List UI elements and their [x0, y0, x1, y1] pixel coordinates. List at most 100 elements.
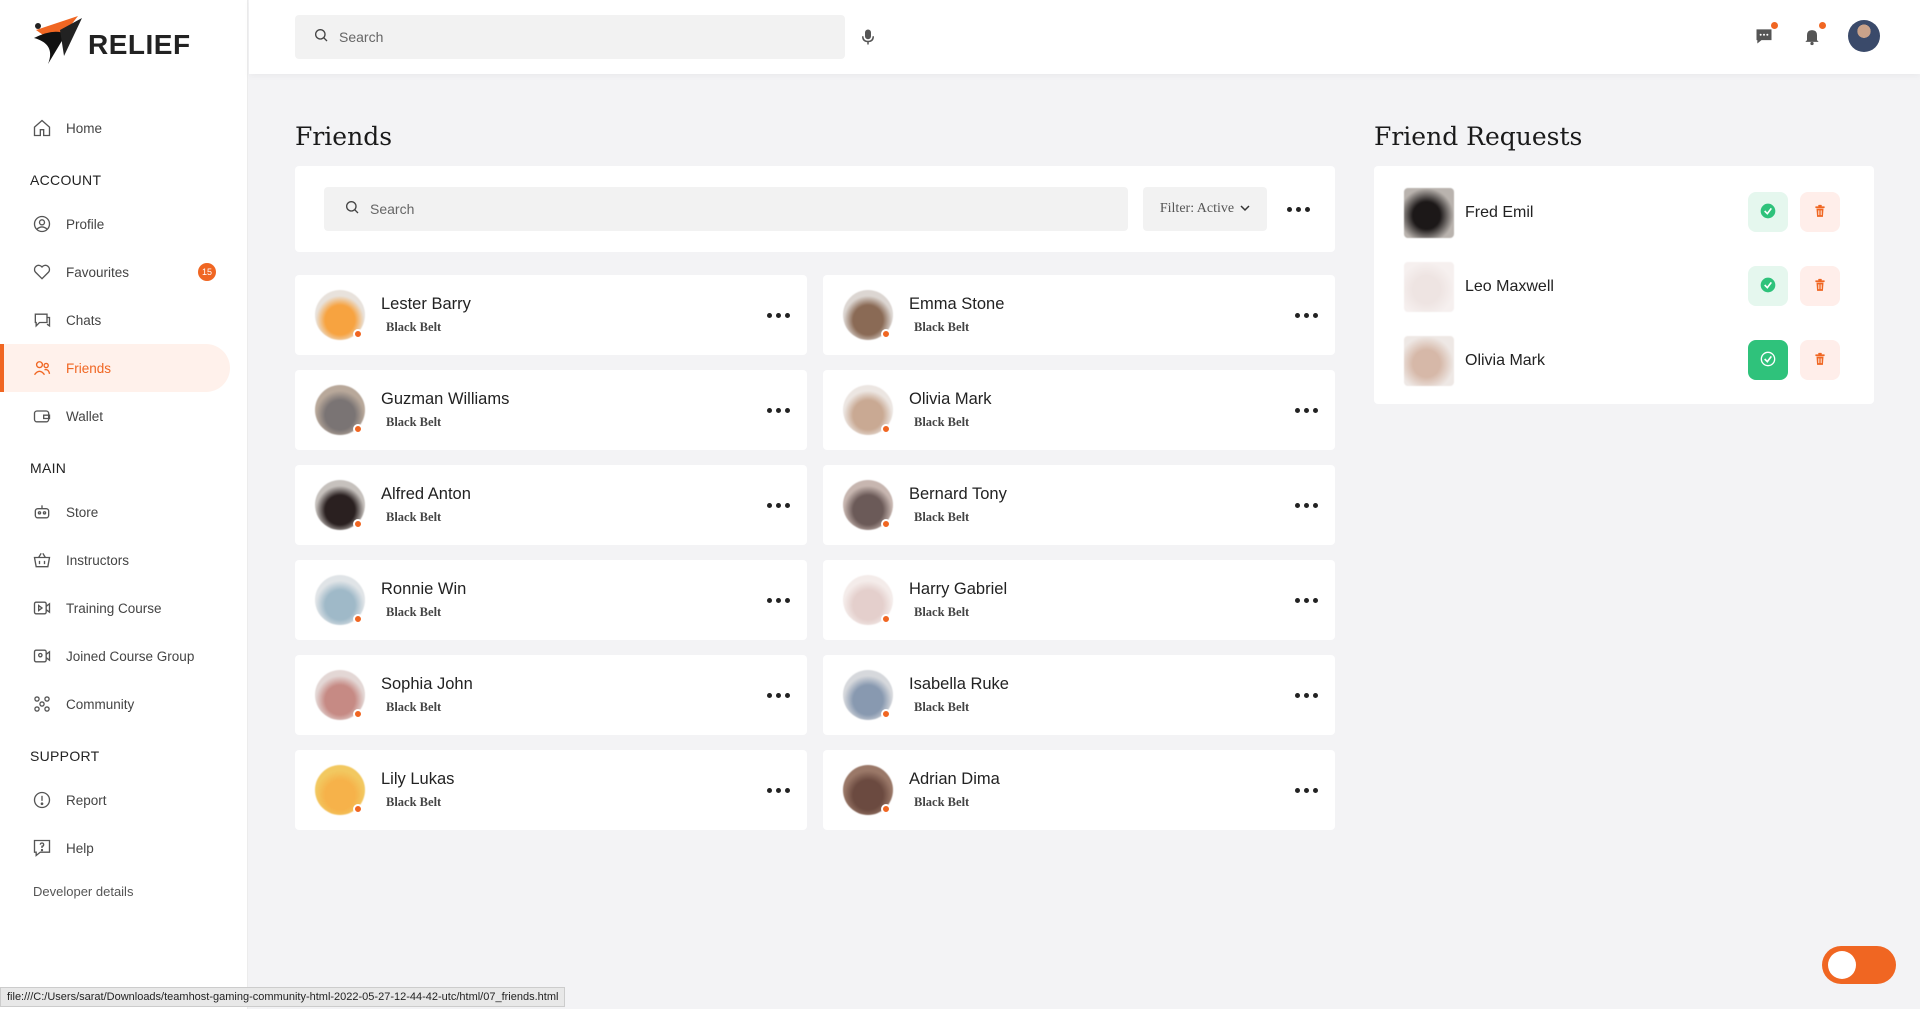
sidebar-item-label: Wallet — [66, 408, 104, 424]
filter-label: Filter: Active — [1159, 201, 1235, 216]
more-options-icon[interactable] — [1291, 490, 1321, 520]
friend-card[interactable]: Bernard Tony Black Belt — [823, 465, 1335, 545]
more-options-icon[interactable] — [763, 775, 793, 805]
decline-request-button[interactable] — [1800, 266, 1840, 306]
sidebar-item-instructors[interactable]: Instructors — [0, 536, 230, 584]
friend-card[interactable]: Isabella Ruke Black Belt — [823, 655, 1335, 735]
more-options-icon[interactable] — [763, 490, 793, 520]
friend-card[interactable]: Olivia Mark Black Belt — [823, 370, 1335, 450]
decline-request-button[interactable] — [1800, 192, 1840, 232]
sidebar-item-label: Friends — [66, 360, 112, 376]
more-options-icon[interactable] — [763, 585, 793, 615]
friends-search[interactable] — [324, 187, 1128, 231]
sidebar-item-report[interactable]: Report — [0, 776, 230, 824]
developer-details-link[interactable]: Developer details — [0, 872, 248, 912]
friend-card[interactable]: Harry Gabriel Black Belt — [823, 560, 1335, 640]
more-options-icon[interactable] — [1283, 194, 1313, 224]
friends-search-input[interactable] — [370, 201, 1076, 217]
heart-icon — [32, 262, 52, 282]
sidebar-item-chats[interactable]: Chats — [0, 296, 230, 344]
requester-avatar[interactable] — [1404, 336, 1454, 386]
friend-card[interactable]: Emma Stone Black Belt — [823, 275, 1335, 355]
bell-icon[interactable] — [1800, 22, 1826, 48]
friend-name[interactable]: Adrian Dima — [909, 770, 1000, 789]
sidebar-item-label: Training Course — [66, 600, 162, 616]
accept-request-button[interactable] — [1748, 266, 1788, 306]
search-icon — [313, 27, 329, 48]
friend-rank: Black Belt — [914, 415, 970, 429]
sidebar-item-joined-course-group[interactable]: Joined Course Group — [0, 632, 230, 680]
friend-card[interactable]: Ronnie Win Black Belt — [295, 560, 807, 640]
sidebar-item-favourites[interactable]: Favourites 15 — [0, 248, 230, 296]
microphone-icon[interactable] — [859, 27, 877, 52]
friend-name[interactable]: Guzman Williams — [381, 390, 509, 409]
accept-request-button[interactable] — [1748, 192, 1788, 232]
accept-request-button[interactable] — [1748, 340, 1788, 380]
online-status-dot — [353, 804, 363, 814]
sidebar-item-community[interactable]: Community — [0, 680, 230, 728]
friend-rank: Black Belt — [386, 795, 442, 809]
global-search[interactable] — [295, 15, 845, 59]
robot-icon — [32, 502, 52, 522]
alert-circle-icon — [32, 790, 52, 810]
more-options-icon[interactable] — [1291, 300, 1321, 330]
community-icon — [32, 694, 52, 714]
sidebar-item-training-course[interactable]: Training Course — [0, 584, 230, 632]
requester-name[interactable]: Leo Maxwell — [1465, 278, 1554, 296]
requester-avatar[interactable] — [1404, 262, 1454, 312]
friend-name[interactable]: Alfred Anton — [381, 485, 471, 504]
sidebar-item-store[interactable]: Store — [0, 488, 230, 536]
more-options-icon[interactable] — [1291, 680, 1321, 710]
requester-name[interactable]: Fred Emil — [1465, 204, 1533, 222]
more-options-icon[interactable] — [1291, 775, 1321, 805]
theme-toggle[interactable] — [1822, 946, 1896, 984]
requester-avatar[interactable] — [1404, 188, 1454, 238]
friend-name[interactable]: Lester Barry — [381, 295, 471, 314]
friend-name[interactable]: Isabella Ruke — [909, 675, 1009, 694]
friend-card[interactable]: Lily Lukas Black Belt — [295, 750, 807, 830]
sidebar-item-friends[interactable]: Friends — [0, 344, 230, 392]
friend-name[interactable]: Sophia John — [381, 675, 473, 694]
online-status-dot — [881, 709, 891, 719]
friend-name[interactable]: Harry Gabriel — [909, 580, 1007, 599]
online-status-dot — [881, 519, 891, 529]
global-search-input[interactable] — [339, 29, 818, 45]
friend-card[interactable]: Lester Barry Black Belt — [295, 275, 807, 355]
friend-card[interactable]: Adrian Dima Black Belt — [823, 750, 1335, 830]
friend-rank: Black Belt — [914, 795, 970, 809]
friends-filter-bar: Filter: Active — [295, 166, 1335, 252]
friend-name[interactable]: Ronnie Win — [381, 580, 466, 599]
more-options-icon[interactable] — [763, 395, 793, 425]
top-header — [249, 0, 1920, 74]
more-options-icon[interactable] — [1291, 585, 1321, 615]
friend-rank: Black Belt — [386, 510, 442, 524]
friend-name[interactable]: Bernard Tony — [909, 485, 1007, 504]
user-avatar[interactable] — [1848, 20, 1880, 52]
more-options-icon[interactable] — [763, 680, 793, 710]
filter-dropdown[interactable]: Filter: Active — [1143, 187, 1267, 231]
notification-indicator — [1819, 22, 1826, 29]
friend-card[interactable]: Alfred Anton Black Belt — [295, 465, 807, 545]
friend-name[interactable]: Emma Stone — [909, 295, 1004, 314]
sidebar-item-help[interactable]: Help — [0, 824, 230, 872]
online-status-dot — [881, 329, 891, 339]
toggle-knob — [1828, 951, 1856, 979]
friend-name[interactable]: Olivia Mark — [909, 390, 992, 409]
chevron-down-icon — [1240, 201, 1250, 217]
brand-logo[interactable]: RELIEF — [26, 8, 191, 68]
online-status-dot — [881, 424, 891, 434]
trash-icon — [1813, 351, 1827, 370]
sidebar-item-wallet[interactable]: Wallet — [0, 392, 230, 440]
decline-request-button[interactable] — [1800, 340, 1840, 380]
friend-rank: Black Belt — [386, 700, 442, 714]
friend-card[interactable]: Sophia John Black Belt — [295, 655, 807, 735]
friend-card[interactable]: Guzman Williams Black Belt — [295, 370, 807, 450]
sidebar-item-home[interactable]: Home — [0, 104, 230, 152]
friend-name[interactable]: Lily Lukas — [381, 770, 454, 789]
more-options-icon[interactable] — [1291, 395, 1321, 425]
messages-icon[interactable] — [1752, 22, 1778, 48]
requester-name[interactable]: Olivia Mark — [1465, 352, 1545, 370]
sidebar-item-label: Report — [66, 792, 107, 808]
sidebar-item-profile[interactable]: Profile — [0, 200, 230, 248]
more-options-icon[interactable] — [763, 300, 793, 330]
